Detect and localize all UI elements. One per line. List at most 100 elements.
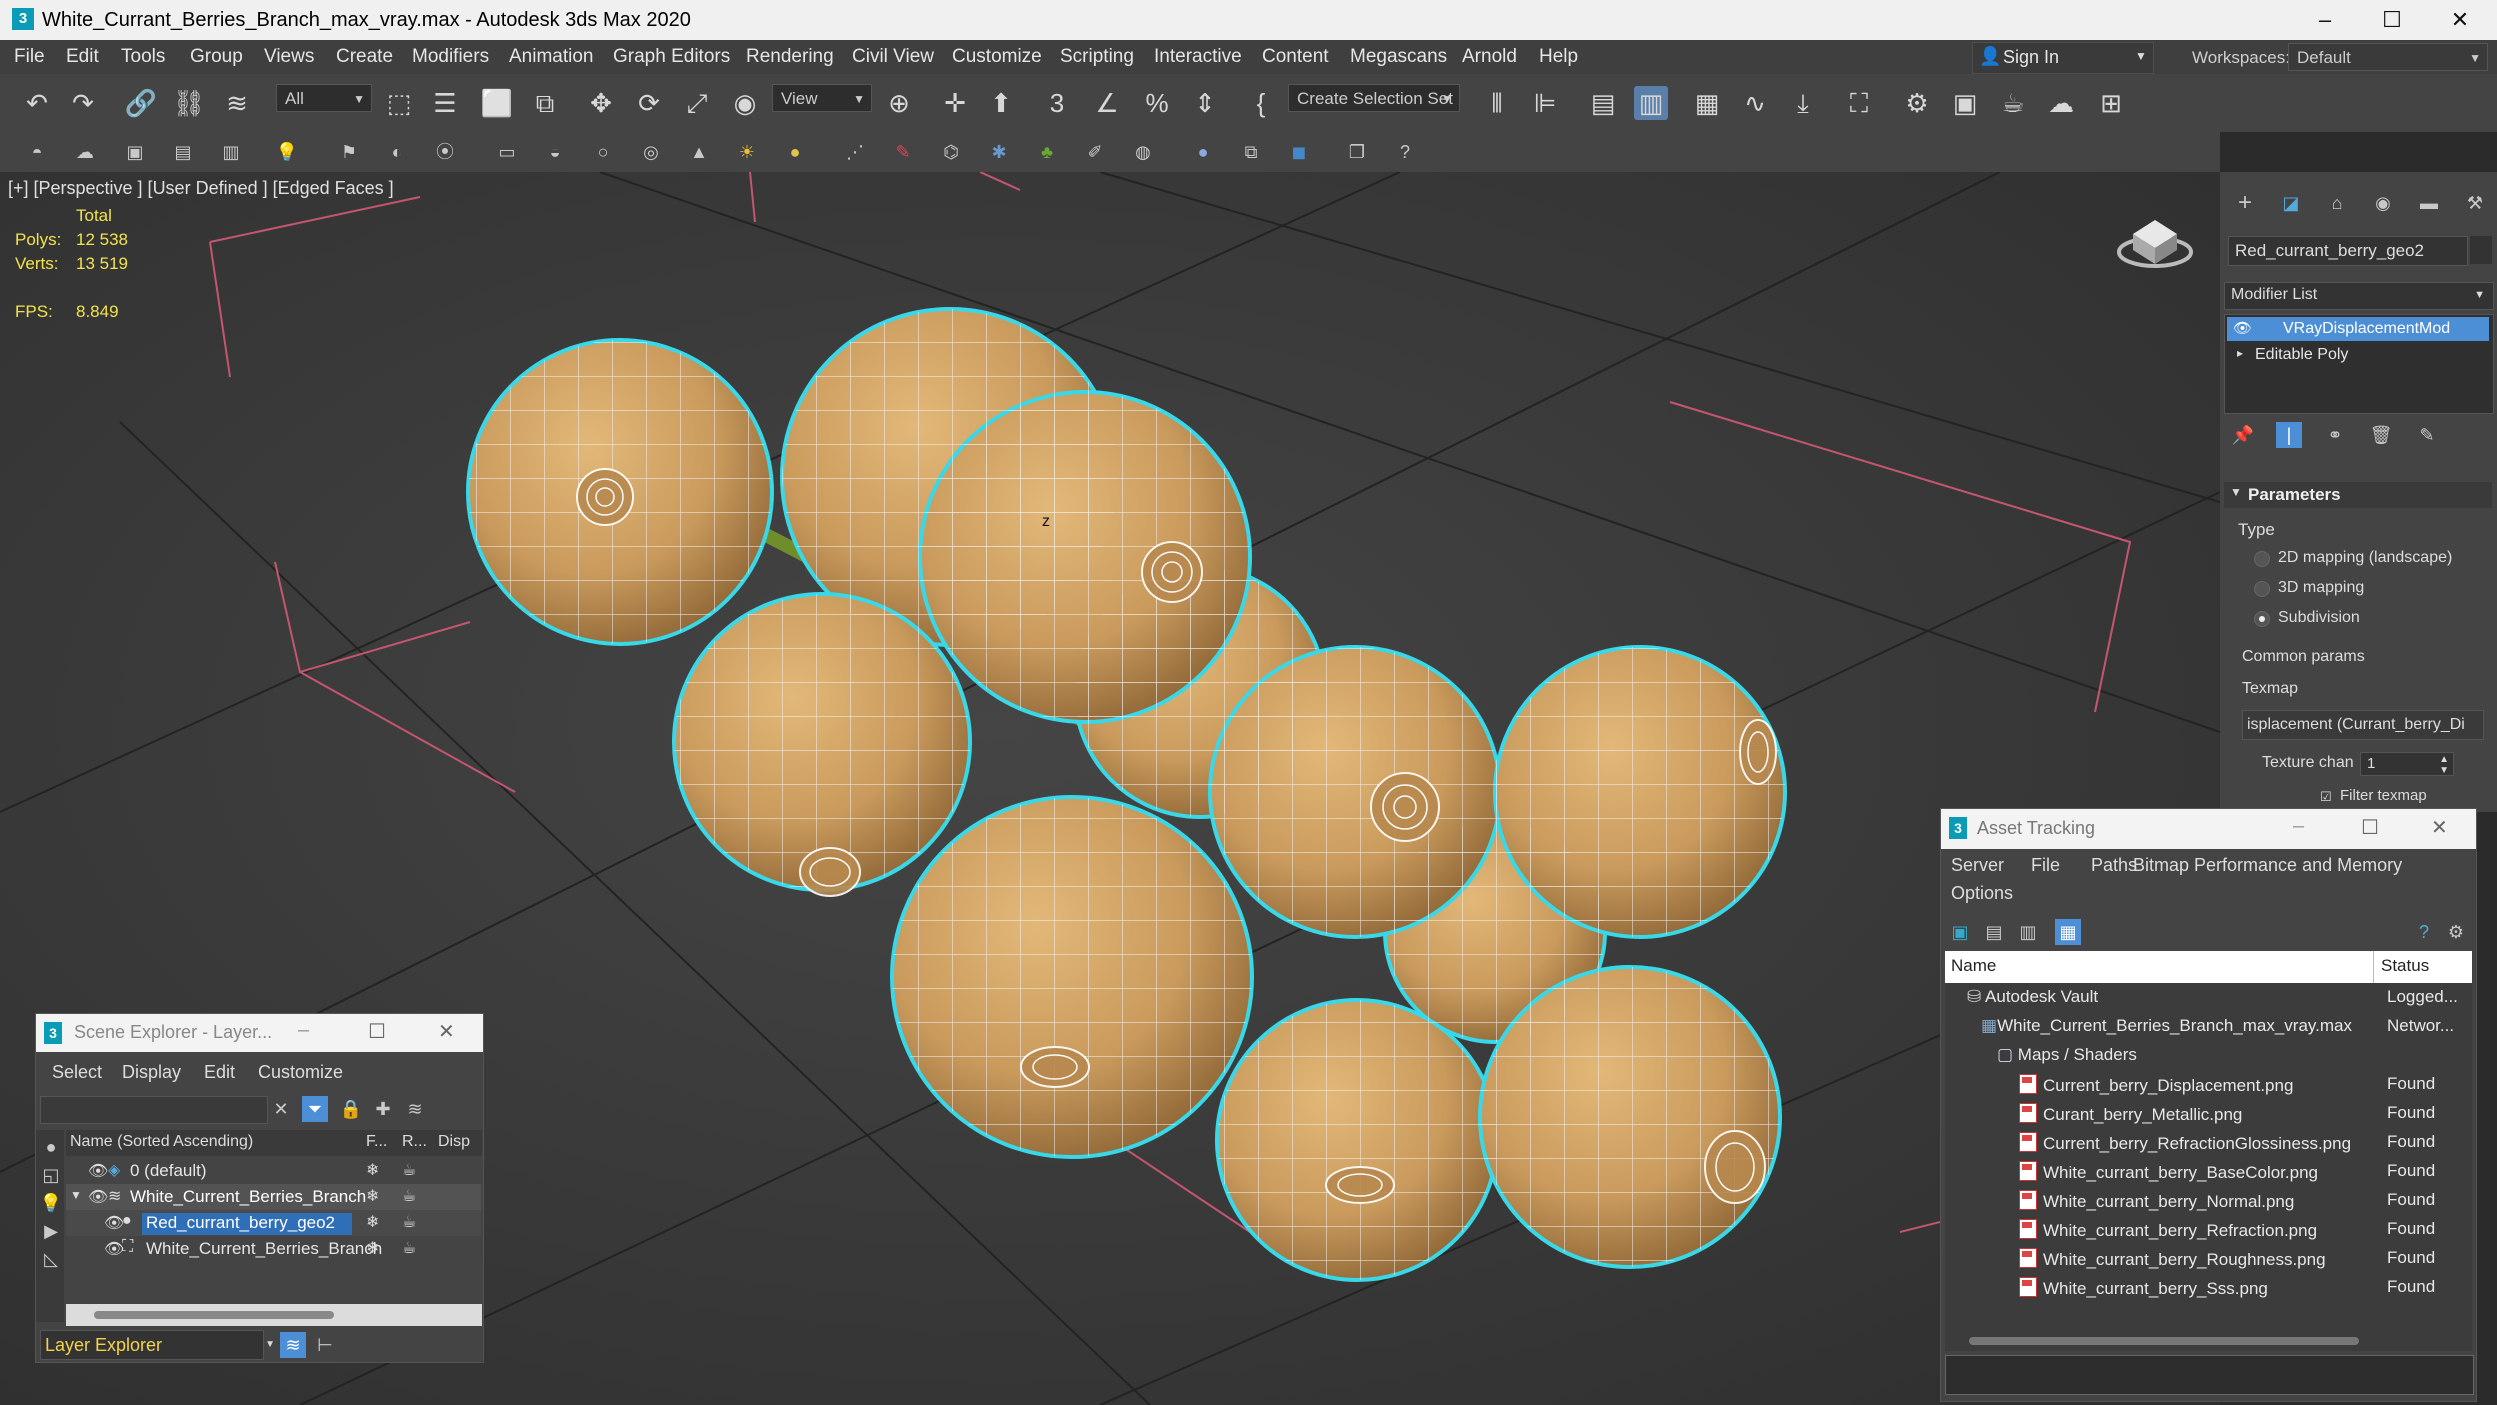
modifier-list-dropdown[interactable]: Modifier List ▼ (2224, 282, 2494, 310)
eye-icon[interactable]: 👁 (88, 1161, 108, 1181)
plant-icon[interactable]: ♣ (1034, 139, 1060, 165)
minimize-button[interactable]: – (298, 1019, 309, 1042)
maximize-button[interactable]: ☐ (2362, 0, 2422, 40)
pin-stack-icon[interactable]: 📌 (2230, 422, 2256, 448)
render-teapot-icon[interactable]: ☕ (402, 1238, 416, 1258)
horizontal-scrollbar[interactable] (66, 1304, 482, 1326)
rect-selection-icon[interactable]: ⬜ (480, 86, 514, 120)
display-lights-icon[interactable]: 💡 (38, 1190, 64, 1216)
trash-icon[interactable]: 🗑 (2368, 422, 2394, 448)
table-row[interactable]: Current_berry_RefractionGlossiness.png F… (1947, 1128, 2470, 1157)
toggle-ribbon-icon[interactable]: ▦ (1690, 86, 1724, 120)
rotate-icon[interactable]: ⟳ (632, 86, 666, 120)
scale-icon[interactable]: ⤢ (680, 86, 714, 120)
menu-select[interactable]: Select (52, 1062, 102, 1083)
camera-icon[interactable]: ⚑ (336, 139, 362, 165)
menu-group[interactable]: Group (190, 46, 243, 68)
circle-icon[interactable]: ○ (590, 139, 616, 165)
table-row[interactable]: White_currant_berry_Sss.png Found (1947, 1273, 2470, 1302)
sphere-light-icon[interactable]: ● (782, 139, 808, 165)
menu-customize[interactable]: Customize (258, 1062, 343, 1083)
half-circle-icon[interactable]: ◐ (384, 139, 410, 165)
menu-content[interactable]: Content (1262, 46, 1329, 68)
move-icon[interactable]: ✥ (584, 86, 618, 120)
help-icon[interactable]: ? (1392, 139, 1418, 165)
select-object-icon[interactable]: ⬚ (382, 86, 416, 120)
menu-server[interactable]: Server (1951, 855, 2004, 876)
minimize-button[interactable]: – (2295, 0, 2355, 40)
link-icon[interactable]: 🔗 (124, 86, 158, 120)
sphere-icon[interactable]: ⦿ (432, 139, 458, 165)
light-icon[interactable]: 💡 (274, 139, 300, 165)
object-row[interactable]: 👁 ⛶ White_Current_Berries_Branch ❄ ☕ (66, 1236, 481, 1262)
layer-explorer-icon[interactable]: ▥ (1634, 86, 1668, 120)
menu-graph-editors[interactable]: Graph Editors (613, 46, 730, 68)
eye-icon[interactable]: 👁 (2233, 319, 2252, 337)
vfb-icon[interactable]: ◼ (1286, 139, 1312, 165)
texture-chan-spinner[interactable]: 1 ▲ ▼ (2360, 752, 2454, 776)
display-tab-icon[interactable]: ▬ (2416, 190, 2442, 216)
list-view-icon[interactable]: ▤ (1981, 919, 2007, 945)
menu-arnold[interactable]: Arnold (1462, 46, 1517, 68)
object-color-swatch[interactable] (2470, 236, 2492, 264)
display-objects-icon[interactable]: ● (38, 1134, 64, 1160)
menu-civil-view[interactable]: Civil View (852, 46, 934, 68)
scrollbar-thumb[interactable] (94, 1311, 334, 1319)
freeze-icon[interactable]: ❄ (366, 1186, 379, 1206)
menu-edit[interactable]: Edit (204, 1062, 235, 1083)
menu-options[interactable]: Options (1951, 883, 2013, 904)
named-selection-dropdown[interactable]: Create Selection Set ▼ (1288, 84, 1460, 112)
help-icon[interactable]: ? (2411, 919, 2437, 945)
table-row[interactable]: ▢ Maps / Shaders (1947, 1041, 2470, 1070)
horizontal-scrollbar[interactable] (1945, 1331, 2472, 1351)
menu-animation[interactable]: Animation (509, 46, 594, 68)
render-teapot-icon[interactable]: ☕ (402, 1186, 416, 1206)
render-in-cloud-icon[interactable]: ☁ (2044, 86, 2078, 120)
undo-icon[interactable]: ↶ (20, 86, 54, 120)
col-name[interactable]: Name (Sorted Ascending) (70, 1133, 253, 1151)
close-button[interactable]: ✕ (2430, 0, 2490, 40)
radio-subdivision[interactable]: Subdivision (2254, 608, 2484, 634)
lock-icon[interactable]: 🔒 (338, 1096, 364, 1122)
place-icon[interactable]: ◉ (728, 86, 762, 120)
table-row[interactable]: ▦White_Current_Berries_Branch_max_vray.m… (1947, 1012, 2470, 1041)
align-icon[interactable]: ⊫ (1528, 86, 1562, 120)
env-icon[interactable]: ● (1190, 139, 1216, 165)
globe-icon[interactable]: ✱ (986, 139, 1012, 165)
freeze-icon[interactable]: ❄ (366, 1212, 379, 1232)
dome-icon[interactable]: ◒ (542, 139, 568, 165)
scene-explorer-titlebar[interactable]: 3 Scene Explorer - Layer... – ☐ ✕ (36, 1014, 483, 1052)
filter-icon[interactable]: ⏷ (302, 1096, 328, 1122)
menu-views[interactable]: Views (264, 46, 314, 68)
expand-icon[interactable]: ▸ (2237, 346, 2243, 360)
render-setup-icon[interactable]: ⚙ (1900, 86, 1934, 120)
cone-icon[interactable]: ▲ (686, 139, 712, 165)
display-helpers-icon[interactable]: ◺ (38, 1246, 64, 1272)
table-row[interactable]: Curant_berry_Metallic.png Found (1947, 1099, 2470, 1128)
table-row[interactable]: White_currant_berry_Refraction.png Found (1947, 1215, 2470, 1244)
table-row[interactable]: ⛁ Autodesk Vault Logged... (1947, 983, 2470, 1012)
window-crossing-icon[interactable]: ⧉ (528, 86, 562, 120)
object-name-field[interactable]: Red_currant_berry_geo2 (2228, 236, 2468, 266)
utilities-tab-icon[interactable]: ⚒ (2462, 190, 2488, 216)
table-icon[interactable]: ▥ (218, 139, 244, 165)
show-end-result-icon[interactable]: | (2276, 422, 2302, 448)
workspaces-dropdown[interactable]: Default ▼ (2288, 43, 2488, 71)
freeze-icon[interactable]: ❄ (366, 1238, 379, 1258)
menu-file[interactable]: File (2031, 855, 2060, 876)
maximize-button[interactable]: ☐ (368, 1019, 386, 1044)
detail-view-icon[interactable]: ▥ (2015, 919, 2041, 945)
redo-icon[interactable]: ↷ (66, 86, 100, 120)
unlink-icon[interactable]: ⛓ (172, 86, 206, 120)
menu-scripting[interactable]: Scripting (1060, 46, 1134, 68)
menu-bitmap-performance[interactable]: Bitmap Performance and Memory (2133, 855, 2402, 876)
scene-explorer-icon[interactable]: ▤ (1586, 86, 1620, 120)
layer-row[interactable]: 👁 ◈ 0 (default) ❄ ☕ (66, 1158, 481, 1184)
freeze-icon[interactable]: ❄ (366, 1160, 379, 1180)
curve-editor-icon[interactable]: ∿ (1738, 86, 1772, 120)
configure-modifiers-icon[interactable]: ✎ (2414, 422, 2440, 448)
create-tab-icon[interactable]: + (2232, 190, 2258, 216)
add-layer-icon[interactable]: ✚ (370, 1096, 396, 1122)
layer-row[interactable]: ▼ 👁 ≋ White_Current_Berries_Branch ❄ ☕ (66, 1184, 481, 1210)
frame-buffer-icon[interactable]: ⧉ (1238, 139, 1264, 165)
